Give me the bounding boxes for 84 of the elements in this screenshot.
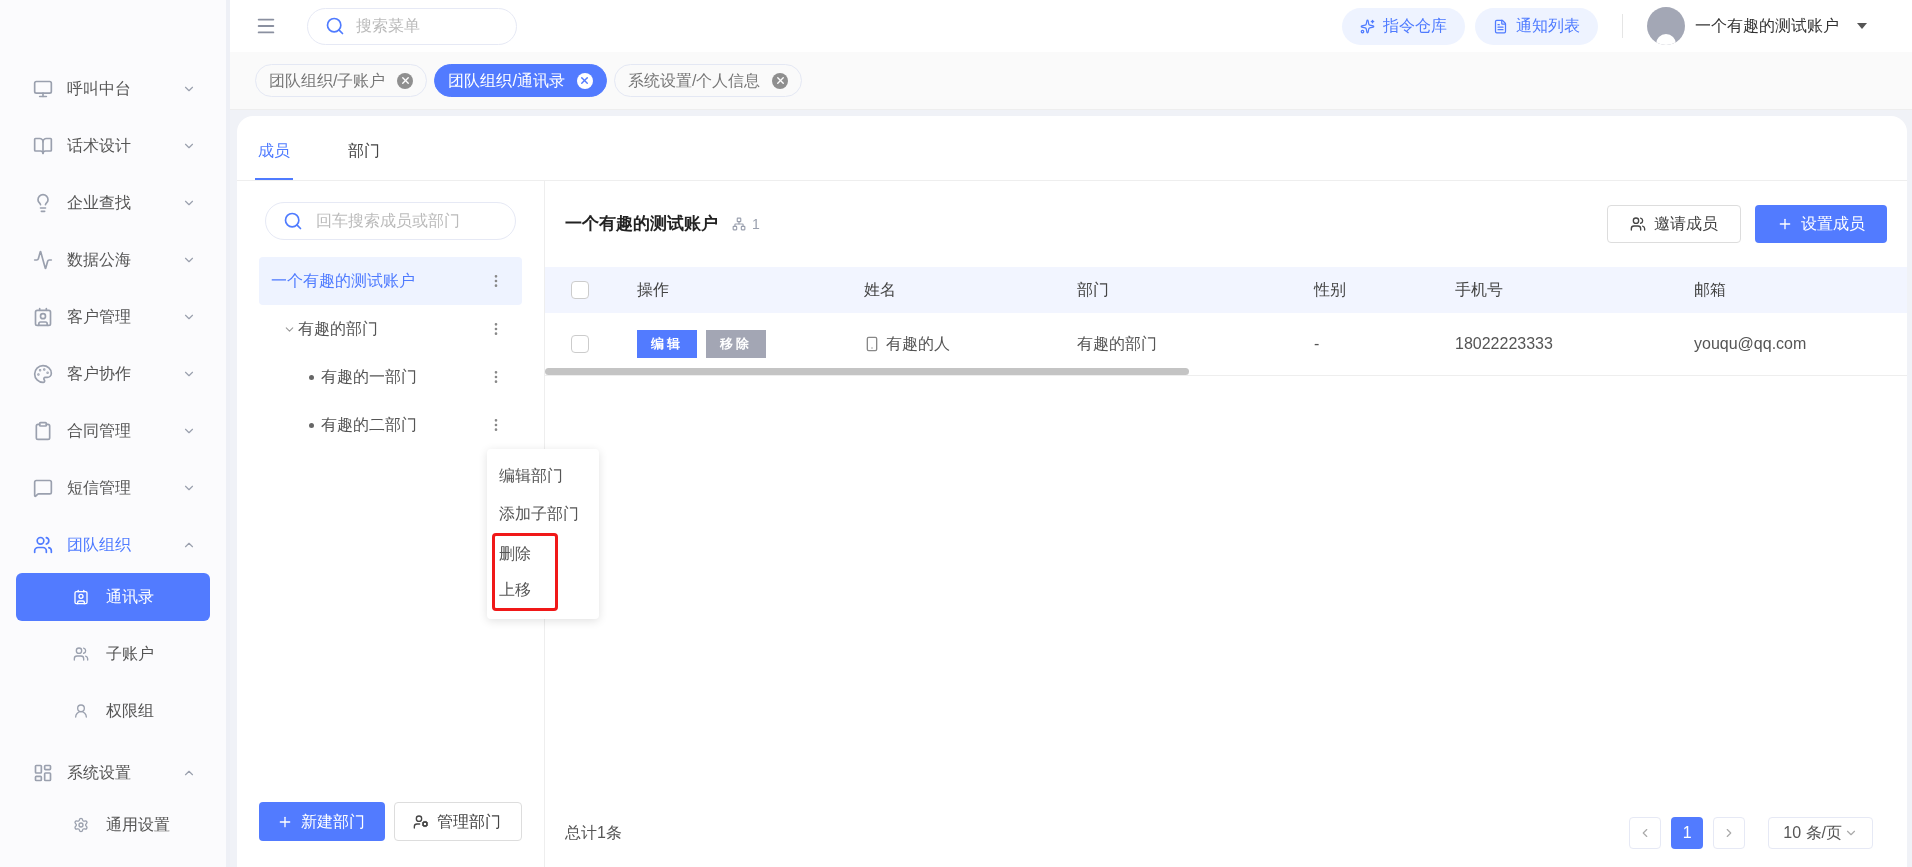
table-cell-text: 有趣的人 bbox=[886, 334, 950, 354]
page-button[interactable]: 1 bbox=[1671, 817, 1704, 849]
page-tab[interactable]: 团队组织/通讯录 bbox=[434, 64, 607, 97]
chat-icon bbox=[33, 477, 53, 498]
contact-card-icon bbox=[73, 589, 89, 605]
new-department-button[interactable]: 新建部门 bbox=[259, 802, 386, 841]
edit-button[interactable]: 编辑 bbox=[637, 330, 697, 358]
contact-card-icon bbox=[33, 306, 53, 327]
sidebar-subitem[interactable]: 通用设置 bbox=[16, 801, 210, 849]
phone-icon bbox=[864, 336, 880, 352]
sidebar-item[interactable]: 合同管理 bbox=[0, 402, 226, 459]
sidebar-item[interactable]: 系统设置 bbox=[0, 744, 226, 801]
tree-item[interactable]: 有趣的二部门 bbox=[259, 401, 522, 449]
monitor-icon bbox=[33, 78, 53, 99]
search-icon bbox=[325, 16, 345, 36]
member-count: 1 bbox=[752, 214, 760, 234]
checkbox[interactable] bbox=[571, 335, 589, 353]
table-cell: - bbox=[1314, 335, 1320, 352]
manage-department-button[interactable]: 管理部门 bbox=[394, 802, 522, 841]
avatar[interactable] bbox=[1647, 7, 1685, 45]
search-field[interactable]: 搜索菜单 bbox=[307, 7, 517, 45]
sidebar-item[interactable]: 客户协作 bbox=[0, 345, 226, 402]
sidebar-subitem[interactable]: 权限组 bbox=[16, 687, 210, 735]
bullet-icon bbox=[309, 374, 314, 380]
bullet-icon bbox=[309, 422, 314, 428]
settings-icon bbox=[73, 817, 89, 833]
sidebar-item[interactable]: 企业查找 bbox=[0, 174, 226, 231]
set-members-button[interactable]: 设置成员 bbox=[1755, 205, 1887, 243]
header-button[interactable]: 通知列表 bbox=[1475, 7, 1598, 45]
page-tab[interactable]: 团队组织/子账户 bbox=[255, 64, 428, 97]
menu-item[interactable]: 上移 bbox=[495, 572, 555, 608]
sidebar-item[interactable]: 数据公海 bbox=[0, 231, 226, 288]
tab[interactable]: 成员 bbox=[255, 139, 293, 180]
search-field[interactable]: 回车搜索成员或部门 bbox=[265, 202, 516, 240]
menu-item[interactable]: 添加子部门 bbox=[492, 495, 594, 533]
sparkle-icon bbox=[1360, 18, 1375, 34]
palette-icon bbox=[33, 363, 53, 384]
sidebar-subitem[interactable]: 通讯录 bbox=[16, 573, 210, 621]
plus-icon bbox=[1777, 216, 1793, 232]
close-icon[interactable] bbox=[772, 72, 789, 89]
user-icon bbox=[73, 703, 89, 719]
total-count: 总计1条 bbox=[565, 823, 622, 843]
checkbox[interactable] bbox=[571, 281, 589, 299]
sidebar-item[interactable]: 短信管理 bbox=[0, 459, 226, 516]
tab[interactable]: 部门 bbox=[345, 139, 383, 180]
page-tab[interactable]: 系统设置/个人信息 bbox=[613, 64, 803, 97]
column-header: 操作 bbox=[636, 280, 670, 300]
chart-icon bbox=[33, 249, 53, 270]
dashboard-icon bbox=[33, 762, 53, 783]
user-name[interactable]: 一个有趣的测试账户 bbox=[1695, 14, 1839, 38]
clipboard-icon bbox=[33, 420, 53, 441]
users-icon bbox=[33, 534, 53, 555]
page-size-select[interactable]: 10 条/页 bbox=[1768, 817, 1873, 849]
tree-item[interactable]: 有趣的一部门 bbox=[259, 353, 522, 401]
invite-button[interactable]: 邀请成员 bbox=[1607, 205, 1741, 243]
org-icon bbox=[732, 217, 746, 231]
column-header: 邮箱 bbox=[1693, 280, 1727, 300]
book-icon bbox=[33, 135, 53, 156]
user-gear-icon bbox=[413, 813, 430, 830]
members-title: 一个有趣的测试账户 bbox=[565, 213, 718, 236]
scrollbar-thumb[interactable] bbox=[545, 368, 1189, 375]
search-icon bbox=[283, 211, 303, 231]
table-cell: 有趣的部门 bbox=[1077, 335, 1157, 352]
sidebar-item[interactable]: 呼叫中台 bbox=[0, 60, 226, 117]
sidebar-item[interactable]: 团队组织 bbox=[0, 516, 226, 573]
close-icon[interactable] bbox=[397, 72, 414, 89]
column-header: 手机号 bbox=[1454, 280, 1504, 300]
tree-item[interactable]: 一个有趣的测试账户 bbox=[259, 257, 522, 305]
caret-icon[interactable] bbox=[1857, 23, 1867, 29]
column-header: 姓名 bbox=[863, 280, 897, 300]
table-cell: 18022223333 bbox=[1455, 335, 1553, 352]
sidebar-item[interactable]: 客户管理 bbox=[0, 288, 226, 345]
close-icon[interactable] bbox=[576, 72, 593, 89]
menu-item[interactable]: 删除 bbox=[495, 536, 555, 572]
table-cell: youqu@qq.com bbox=[1694, 335, 1807, 352]
column-header: 性别 bbox=[1312, 280, 1347, 300]
menu-item[interactable]: 编辑部门 bbox=[492, 457, 594, 495]
sidebar-item[interactable]: 话术设计 bbox=[0, 117, 226, 174]
document-icon bbox=[1493, 18, 1508, 34]
tree-item[interactable]: 有趣的部门 bbox=[259, 305, 522, 353]
column-header: 部门 bbox=[1076, 280, 1110, 300]
users-icon bbox=[1630, 216, 1646, 232]
users-icon bbox=[73, 646, 89, 662]
sidebar-subitem[interactable]: 子账户 bbox=[16, 630, 210, 678]
